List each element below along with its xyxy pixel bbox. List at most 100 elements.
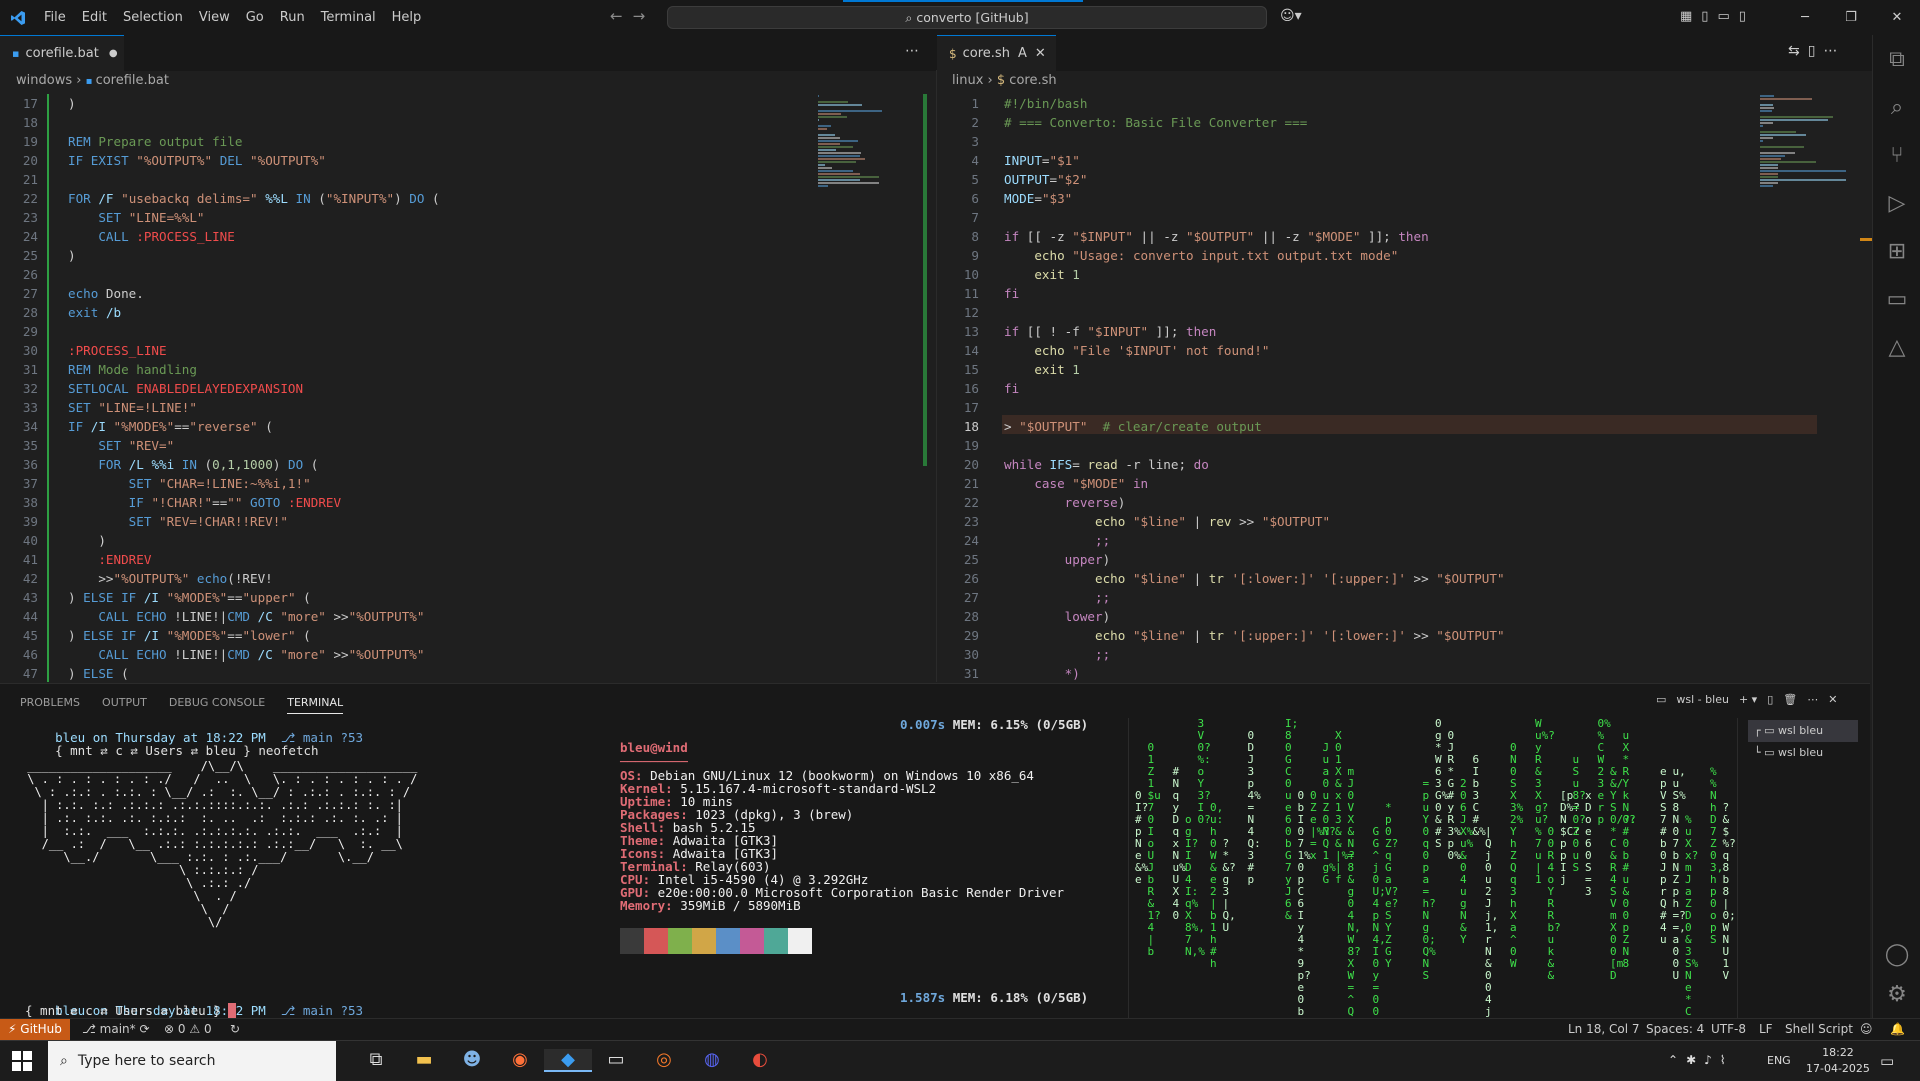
code-line[interactable]	[1004, 398, 1505, 417]
extensions-icon[interactable]: ⊞	[1873, 227, 1920, 275]
code-line[interactable]: ;;	[1004, 645, 1505, 664]
terminal-list-divider[interactable]	[1737, 718, 1738, 1018]
code-line[interactable]: CALL :PROCESS_LINE	[68, 227, 440, 246]
breadcrumb-file[interactable]: corefile.bat	[96, 73, 169, 88]
code-line[interactable]: # === Converto: Basic File Converter ===	[1004, 113, 1505, 132]
code-line[interactable]: SET "CHAR=!LINE:~%%i,1!"	[68, 474, 440, 493]
code-line[interactable]: if [[ ! -f "$INPUT" ]]; then	[1004, 322, 1505, 341]
code-content[interactable]: #!/bin/bash # === Converto: Basic File Co…	[1004, 94, 1505, 682]
code-line[interactable]: reverse)	[1004, 493, 1505, 512]
toggle-secondary-sidebar-icon[interactable]: ▯	[1739, 9, 1755, 24]
breadcrumb-file[interactable]: core.sh	[1009, 73, 1056, 88]
code-line[interactable]: #!/bin/bash	[1004, 94, 1505, 113]
code-line[interactable]: SET "LINE=!LINE!"	[68, 398, 440, 417]
code-line[interactable]: ;;	[1004, 531, 1505, 550]
close-window-icon[interactable]: ✕	[1874, 10, 1920, 25]
code-line[interactable]: :PROCESS_LINE	[68, 341, 440, 360]
code-line[interactable]	[1004, 208, 1505, 227]
file-explorer-icon[interactable]: ▬	[400, 1049, 448, 1072]
right-editor[interactable]: 1 2 3 4 5 6 7 8 9 10 11 12 13 14 15 16 17 18 19 20 21 22 23 24 2…	[937, 94, 1872, 682]
explorer-icon[interactable]: ⧉	[1873, 35, 1920, 83]
breadcrumb-folder[interactable]: linux	[952, 73, 983, 88]
code-line[interactable]	[1004, 436, 1505, 455]
minimap[interactable]	[818, 94, 928, 204]
code-line[interactable]: echo "Usage: converto input.txt output.t…	[1004, 246, 1505, 265]
settings-gear-icon[interactable]: ⚙	[1873, 970, 1920, 1018]
code-line[interactable]: SET "REV="	[68, 436, 440, 455]
code-line[interactable]: echo "$line" | tr '[:upper:]' '[:lower:]…	[1004, 626, 1505, 645]
menu-go[interactable]: Go	[238, 10, 272, 25]
terminal-list-item[interactable]: └ ▭ wsl bleu	[1748, 742, 1858, 764]
discord-icon[interactable]: ◍	[688, 1049, 736, 1072]
split-terminal-icon[interactable]: ▯	[1767, 693, 1773, 706]
forward-arrow-icon[interactable]: →	[633, 7, 656, 25]
code-line[interactable]: )	[68, 246, 440, 265]
code-line[interactable]: case "$MODE" in	[1004, 474, 1505, 493]
tab-problems[interactable]: PROBLEMS	[20, 696, 80, 714]
split-editor-icon[interactable]: ▯	[1808, 43, 1824, 59]
volume-icon[interactable]: ♪	[1704, 1053, 1720, 1067]
tab-corefile-bat[interactable]: ▪ corefile.bat ●	[0, 35, 124, 71]
tab-terminal[interactable]: TERMINAL	[287, 696, 344, 714]
left-editor[interactable]: 17 18 19 20 21 22 23 24 25 26 27 28 29 30 31 32 33 34 35 36…	[0, 94, 935, 682]
code-line[interactable]: REM Prepare output file	[68, 132, 440, 151]
terminal-list-item[interactable]: ┌ ▭ wsl bleu	[1748, 720, 1858, 742]
app-icon[interactable]: ◐	[736, 1049, 784, 1072]
code-line[interactable]: CALL ECHO !LINE!|CMD /C "more" >>"%OUTPU…	[68, 645, 440, 664]
minimize-icon[interactable]: ─	[1782, 10, 1828, 25]
indentation[interactable]: Spaces: 4	[1646, 1022, 1704, 1036]
line-ending[interactable]: LF	[1759, 1022, 1773, 1036]
code-line[interactable]: fi	[1004, 284, 1505, 303]
restore-icon[interactable]: ❐	[1828, 10, 1874, 25]
code-line[interactable]: FOR /F "usebackq delims=" %%L IN ("%INPU…	[68, 189, 440, 208]
code-line[interactable]: upper)	[1004, 550, 1505, 569]
code-line[interactable]: ) ELSE (	[68, 664, 440, 682]
terminal-taskbar-icon[interactable]: ▭	[592, 1049, 640, 1072]
remote-indicator[interactable]: ⚡ GitHub	[0, 1019, 70, 1040]
branch-indicator[interactable]: ⎇ main* ⟳	[82, 1022, 150, 1036]
code-line[interactable]: echo "File '$INPUT' not found!"	[1004, 341, 1505, 360]
tray-chevron-icon[interactable]: ⌃	[1668, 1053, 1686, 1067]
more-actions-icon[interactable]: ⋯	[1807, 693, 1818, 706]
windows-start-icon[interactable]	[12, 1051, 32, 1071]
command-center[interactable]: ⌕ converto [GitHub]	[667, 6, 1267, 29]
toggle-sidebar-icon[interactable]: ▯	[1701, 9, 1717, 24]
code-line[interactable]: FOR /L %%i IN (0,1,1000) DO (	[68, 455, 440, 474]
code-line[interactable]: while IFS= read -r line; do	[1004, 455, 1505, 474]
toggle-panel-icon[interactable]: ▭	[1717, 9, 1738, 24]
discord-like-app-icon[interactable]: ☻	[448, 1049, 496, 1072]
task-view-icon[interactable]: ⧉	[352, 1049, 400, 1072]
menu-terminal[interactable]: Terminal	[313, 10, 384, 25]
code-line[interactable]: echo "$line" | tr '[:lower:]' '[:upper:]…	[1004, 569, 1505, 588]
breadcrumb-folder[interactable]: windows	[16, 73, 72, 88]
code-line[interactable]: > "$OUTPUT" # clear/create output	[1004, 417, 1505, 436]
code-line[interactable]: )	[68, 531, 440, 550]
terminal-name[interactable]: wsl - bleu	[1676, 693, 1729, 706]
code-line[interactable]: INPUT="$1"	[1004, 151, 1505, 170]
code-line[interactable]: IF "!CHAR!"=="" GOTO :ENDREV	[68, 493, 440, 512]
code-line[interactable]: REM Mode handling	[68, 360, 440, 379]
clock[interactable]: 18:22 17-04-2025	[1806, 1045, 1870, 1077]
scrollbar[interactable]	[923, 94, 927, 466]
code-line[interactable]: IF EXIST "%OUTPUT%" DEL "%OUTPUT%"	[68, 151, 440, 170]
back-arrow-icon[interactable]: ←	[610, 7, 633, 25]
code-line[interactable]: echo "$line" | rev >> "$OUTPUT"	[1004, 512, 1505, 531]
code-line[interactable]: :ENDREV	[68, 550, 440, 569]
code-line[interactable]: )	[68, 94, 440, 113]
code-line[interactable]: exit /b	[68, 303, 440, 322]
code-line[interactable]: ;;	[1004, 588, 1505, 607]
remote-explorer-icon[interactable]: ▭	[1873, 275, 1920, 323]
code-line[interactable]: ) ELSE IF /I "%MODE%"=="lower" (	[68, 626, 440, 645]
tab-core-sh[interactable]: $ core.sh A ✕	[937, 35, 1056, 71]
code-line[interactable]: echo Done.	[68, 284, 440, 303]
tab-debug-console[interactable]: DEBUG CONSOLE	[169, 696, 265, 714]
code-line[interactable]: *)	[1004, 664, 1505, 682]
cursor-position[interactable]: Ln 18, Col 7	[1568, 1022, 1640, 1036]
prompt-line-4[interactable]: { mnt ⇄ c ⇄ Users ⇄ bleu } _	[25, 1003, 236, 1018]
code-content[interactable]: ) REM Prepare output file IF EXIST "%OUTP…	[68, 94, 440, 682]
search-icon[interactable]: ⌕	[1873, 83, 1920, 131]
more-actions-icon[interactable]: ⋯	[905, 43, 919, 59]
source-control-icon[interactable]: ⑂	[1873, 131, 1920, 179]
code-line[interactable]: ) ELSE IF /I "%MODE%"=="upper" (	[68, 588, 440, 607]
input-language[interactable]: ENG	[1767, 1054, 1791, 1067]
